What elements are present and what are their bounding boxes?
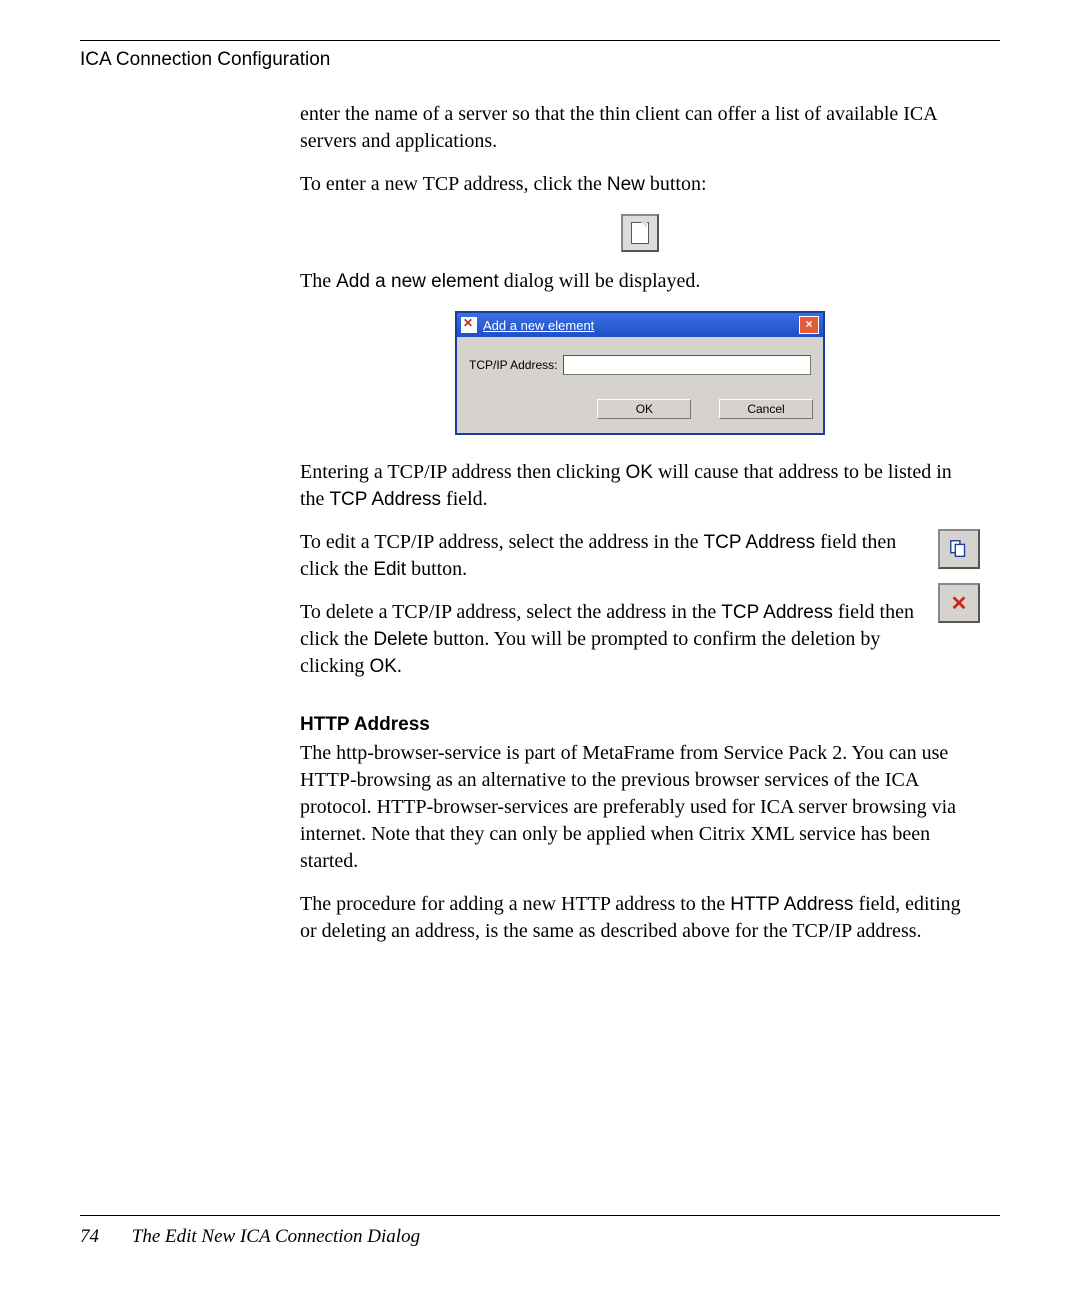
ui-term-delete: Delete xyxy=(373,629,428,650)
cancel-button[interactable]: Cancel xyxy=(719,399,813,419)
page-header: ICA Connection Configuration xyxy=(80,49,1000,71)
para-edit: To edit a TCP/IP address, select the add… xyxy=(300,529,980,583)
text: Entering a TCP/IP address then clicking xyxy=(300,461,626,483)
http-address-heading: HTTP Address xyxy=(300,714,980,736)
para-delete: To delete a TCP/IP address, select the a… xyxy=(300,599,980,680)
para-ok-result: Entering a TCP/IP address then clicking … xyxy=(300,459,980,513)
ui-term-http-address: HTTP Address xyxy=(730,894,853,915)
tcpip-input[interactable] xyxy=(563,355,811,375)
text: button. xyxy=(406,558,467,580)
text: dialog will be displayed. xyxy=(499,270,701,292)
delete-icon: ✕ xyxy=(938,583,980,623)
dialog-app-icon xyxy=(461,317,477,333)
dialog-titlebar: Add a new element × xyxy=(457,313,823,337)
dialog-title-text: Add a new element xyxy=(483,318,799,333)
text: The xyxy=(300,270,336,292)
ui-term-tcp-address-2: TCP Address xyxy=(704,532,816,553)
text: To delete a TCP/IP address, select the a… xyxy=(300,601,721,623)
add-element-dialog: Add a new element × TCP/IP Address: OK C… xyxy=(455,311,825,435)
para-new-button: To enter a new TCP address, click the Ne… xyxy=(300,171,980,198)
para-dialog-intro: The Add a new element dialog will be dis… xyxy=(300,268,980,295)
text: button: xyxy=(645,173,707,195)
ui-term-new: New xyxy=(607,174,645,195)
text: field. xyxy=(441,488,488,510)
ui-term-add-element: Add a new element xyxy=(336,271,499,292)
footer-section-title: The Edit New ICA Connection Dialog xyxy=(132,1226,420,1247)
ui-term-tcp-address: TCP Address xyxy=(329,489,441,510)
para-intro: enter the name of a server so that the t… xyxy=(300,101,980,155)
tcpip-label: TCP/IP Address: xyxy=(469,358,557,372)
page-footer: 74 The Edit New ICA Connection Dialog xyxy=(80,1226,1000,1248)
close-icon[interactable]: × xyxy=(799,316,819,334)
para-http-desc: The http-browser-service is part of Meta… xyxy=(300,740,980,875)
ui-term-ok-2: OK xyxy=(369,656,396,677)
new-document-icon xyxy=(621,214,659,252)
text: To edit a TCP/IP address, select the add… xyxy=(300,531,704,553)
edit-icon xyxy=(938,529,980,569)
text: The procedure for adding a new HTTP addr… xyxy=(300,893,730,915)
ok-button[interactable]: OK xyxy=(597,399,691,419)
para-http-procedure: The procedure for adding a new HTTP addr… xyxy=(300,891,980,945)
ui-term-ok: OK xyxy=(626,462,653,483)
text: . xyxy=(397,655,402,677)
ui-term-edit: Edit xyxy=(373,559,406,580)
text: To enter a new TCP address, click the xyxy=(300,173,607,195)
page-number: 74 xyxy=(80,1226,99,1247)
ui-term-tcp-address-3: TCP Address xyxy=(721,602,833,623)
